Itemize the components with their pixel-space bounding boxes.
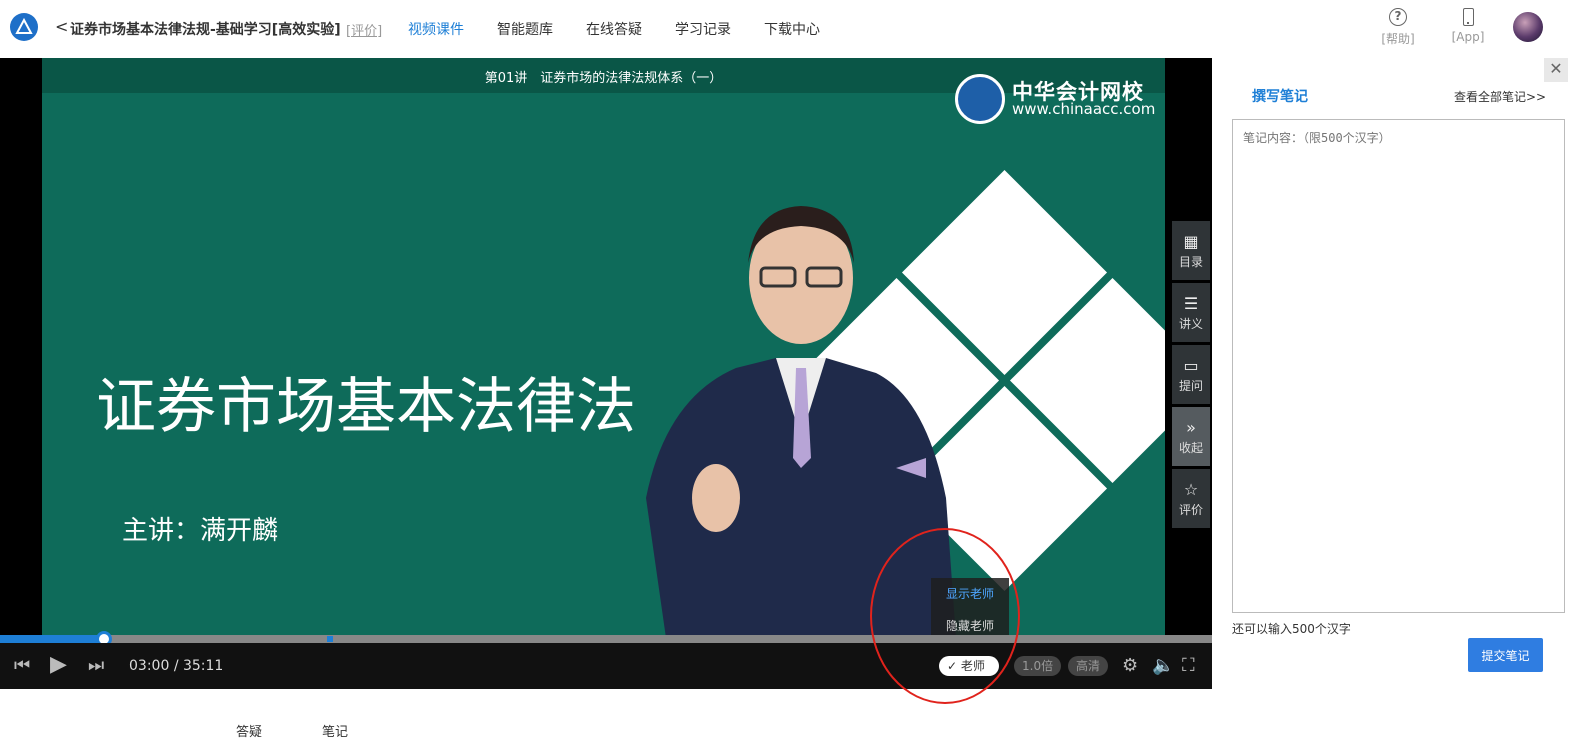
help-label: [帮助] [1381,32,1415,46]
tool-label: 讲义 [1178,317,1203,331]
back-icon[interactable]: < [55,17,68,36]
play-icon[interactable]: ▶ [50,652,67,677]
top-header: < 证券市场基本法律法规-基础学习[高效实验] [评价] 视频课件 智能题库 在… [0,0,1578,58]
annotation-circle [870,528,1020,704]
tool-label: 目录 [1178,255,1203,269]
fullscreen-icon[interactable]: ⛶ [1182,655,1195,676]
help-button[interactable]: ? [帮助] [1378,8,1418,47]
close-icon[interactable]: ✕ [1544,58,1568,82]
write-note-tab[interactable]: 撰写笔记 [1252,86,1308,106]
chat-icon: ▭ [1183,356,1199,375]
nav-question-bank[interactable]: 智能题库 [497,19,553,39]
tool-label: 评价 [1178,503,1203,517]
player-controls: ⏮ ▶ ⏭ 03:00 / 35:11 ✓ 老师 1.0倍 高清 ⚙ 🔈 ⛶ [0,643,1212,689]
submit-note-button[interactable]: 提交笔记 [1468,638,1543,672]
progress-bar[interactable] [0,631,1212,647]
grid-icon: ▦ [1183,232,1199,251]
view-all-notes-link[interactable]: 查看全部笔记>> [1454,88,1546,105]
next-icon[interactable]: ⏭ [88,655,104,676]
remaining-chars: 还可以输入500个汉字 [1232,622,1351,636]
previous-icon[interactable]: ⏮ [14,655,30,676]
current-time: 03:00 [129,658,170,674]
rate-course-link[interactable]: [评价] [346,20,382,39]
nav-video[interactable]: 视频课件 [408,19,464,39]
tab-qa[interactable]: 答疑 [236,721,262,740]
speed-button[interactable]: 1.0倍 [1014,656,1062,676]
list-icon: ☰ [1183,294,1199,313]
progress-marker[interactable] [327,636,333,642]
app-button[interactable]: [App] [1448,8,1488,44]
tool-label: 收起 [1178,441,1203,455]
side-toolbar: ▦ 目录 ☰ 讲义 ▭ 提问 » 收起 ☆ 评价 [1172,221,1210,531]
nav-download[interactable]: 下载中心 [764,19,820,39]
course-title: 证券市场基本法律法规-基础学习[高效实验] [70,22,341,38]
note-input[interactable] [1232,119,1565,613]
app-label: [App] [1451,30,1485,44]
brand-url: www.chinaacc.com [1012,100,1156,118]
tool-ask[interactable]: ▭ 提问 [1172,345,1210,404]
nav-online-qa[interactable]: 在线答疑 [586,19,642,39]
slide-lecturer: 主讲：满开麟 [122,516,279,546]
total-time: 35:11 [182,658,224,674]
time-separator: / [173,658,179,674]
help-icon: ? [1389,8,1407,26]
quality-button[interactable]: 高清 [1068,656,1109,676]
tool-collapse[interactable]: » 收起 [1172,407,1210,466]
tab-notes[interactable]: 笔记 [322,721,348,740]
video-frame: 第01讲 证券市场的法律法规体系（一） 中华会计网校 www.chinaacc.… [42,58,1165,636]
double-chevron-icon: » [1186,418,1196,437]
tool-catalog[interactable]: ▦ 目录 [1172,221,1210,280]
nav-study-record[interactable]: 学习记录 [675,19,731,39]
tool-label: 提问 [1178,379,1203,393]
slide-heading: 证券市场基本法律法 [96,372,636,442]
main-nav: 视频课件 智能题库 在线答疑 学习记录 下载中心 [408,19,853,39]
site-logo[interactable] [10,13,38,41]
time-display: 03:00 / 35:11 [129,658,223,674]
volume-icon[interactable]: 🔈 [1152,655,1174,676]
tool-rate[interactable]: ☆ 评价 [1172,469,1210,528]
brand-logo [955,74,1005,124]
avatar[interactable] [1513,12,1543,42]
progress-fill [0,635,104,643]
video-player[interactable]: 第01讲 证券市场的法律法规体系（一） 中华会计网校 www.chinaacc.… [0,58,1212,689]
tool-handout[interactable]: ☰ 讲义 [1172,283,1210,342]
phone-icon [1462,8,1474,26]
settings-icon[interactable]: ⚙ [1122,655,1138,676]
star-icon: ☆ [1183,480,1199,499]
bottom-tabs: 答疑 笔记 [236,721,348,740]
